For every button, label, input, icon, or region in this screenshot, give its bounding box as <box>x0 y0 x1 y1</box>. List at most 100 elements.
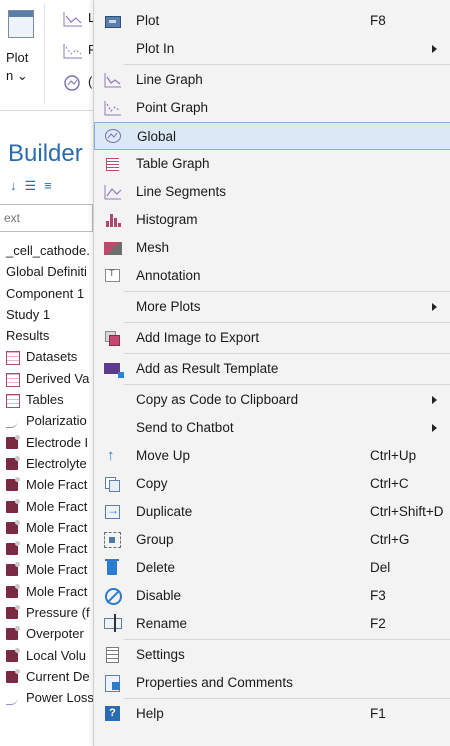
plot-group-icon <box>6 519 20 534</box>
histogram-icon <box>106 214 121 227</box>
menu-item-group[interactable]: Group Ctrl+G <box>94 526 450 554</box>
plot-group-icon <box>6 605 20 620</box>
tree-item[interactable]: Mole Fract <box>0 559 94 580</box>
tree-item[interactable]: Overpoter <box>0 623 94 644</box>
tree-item[interactable]: Study 1 <box>0 304 94 325</box>
result-template-icon <box>104 363 124 378</box>
ribbon-plot-dropdown[interactable]: n ⌄ <box>6 68 28 84</box>
model-tree: _cell_cathode. Global Definiti Component 1… <box>0 240 94 709</box>
menu-item-copy-as-code-to-clipboard[interactable]: Copy as Code to Clipboard <box>94 386 450 414</box>
tree-item[interactable]: Mole Fract <box>0 474 94 495</box>
menu-item-label: More Plots <box>136 299 201 314</box>
duplicate-icon <box>105 503 120 519</box>
table-icon <box>6 394 20 409</box>
move-down-icon[interactable]: ↓ <box>10 178 25 193</box>
tree-item[interactable]: Polarizatio <box>0 410 94 431</box>
point-graph-icon[interactable] <box>62 42 84 60</box>
menu-item-table-graph[interactable]: Table Graph <box>94 150 450 178</box>
tree-item-label: Polarizatio <box>26 413 87 429</box>
menu-item-shortcut: F3 <box>370 588 386 603</box>
tree-item[interactable]: Component 1 <box>0 283 94 304</box>
menu-item-shortcut: Ctrl+G <box>370 532 410 547</box>
tree-item-label: Global Definiti <box>6 264 87 280</box>
menu-item-help[interactable]: ? Help F1 <box>94 700 450 728</box>
menu-item-move-up[interactable]: ↑ Move Up Ctrl+Up <box>94 442 450 470</box>
ribbon-divider <box>44 4 45 104</box>
menu-item-label: Rename <box>136 616 188 631</box>
tree-item[interactable]: Current De <box>0 666 94 687</box>
collapse-icon[interactable]: ☰ <box>25 178 45 193</box>
menu-item-rename[interactable]: Rename F2 <box>94 610 450 638</box>
menu-item-plot-in[interactable]: Plot In <box>94 35 450 63</box>
plot-group-icon <box>6 647 20 662</box>
tree-item[interactable]: Global Definiti <box>0 261 94 282</box>
tree-item[interactable]: Pressure (f <box>0 602 94 623</box>
global-icon[interactable] <box>62 74 84 92</box>
search-input[interactable] <box>0 205 88 231</box>
tree-item[interactable]: _cell_cathode. <box>0 240 94 261</box>
tree-item[interactable]: Power Losses <box>0 687 94 708</box>
plot-group-icon <box>6 562 20 577</box>
menu-item-global[interactable]: Global <box>94 122 450 150</box>
menu-item-label: Line Graph <box>136 72 203 87</box>
ribbon-plot-label[interactable]: Plot <box>6 50 28 65</box>
tree-item[interactable]: Local Volu <box>0 645 94 666</box>
menu-item-annotation[interactable]: Annotation <box>94 262 450 290</box>
menu-item-label: Help <box>136 706 164 721</box>
curve-icon <box>6 415 18 429</box>
menu-item-label: Send to Chatbot <box>136 420 234 435</box>
line-graph-icon[interactable] <box>62 10 84 28</box>
menu-item-line-graph[interactable]: Line Graph <box>94 66 450 94</box>
menu-item-shortcut: Del <box>370 560 391 575</box>
menu-item-line-segments[interactable]: Line Segments <box>94 178 450 206</box>
menu-item-disable[interactable]: Disable F3 <box>94 582 450 610</box>
tree-item-label: Component 1 <box>6 285 85 301</box>
disable-icon <box>105 588 122 605</box>
menu-item-delete[interactable]: Delete Del <box>94 554 450 582</box>
menu-item-point-graph[interactable]: Point Graph <box>94 94 450 122</box>
menu-item-properties-and-comments[interactable]: Properties and Comments <box>94 669 450 697</box>
tree-item-label: Mole Fract <box>26 477 88 493</box>
menu-item-histogram[interactable]: Histogram <box>94 206 450 234</box>
plot-window-icon[interactable] <box>8 10 34 38</box>
sort-icon[interactable]: ≡ <box>44 178 60 193</box>
tree-item-label: Mole Fract <box>26 562 88 578</box>
mesh-icon <box>104 242 122 255</box>
tree-item[interactable]: Electrolyte <box>0 453 94 474</box>
tree-item[interactable]: Mole Fract <box>0 517 94 538</box>
tree-item-label: Pressure (f <box>26 605 90 621</box>
search-field[interactable] <box>0 204 93 232</box>
tree-item[interactable]: Datasets <box>0 346 94 367</box>
menu-item-plot[interactable]: Plot F8 <box>94 7 450 35</box>
menu-item-settings[interactable]: Settings <box>94 641 450 669</box>
menu-item-label: Settings <box>136 647 185 662</box>
menu-item-label: Move Up <box>136 448 191 463</box>
settings-icon <box>106 647 119 663</box>
tree-item[interactable]: Derived Va <box>0 368 94 389</box>
tree-item-label: Power Losses <box>26 690 94 706</box>
tree-item-label: Derived Va <box>26 370 90 386</box>
menu-item-duplicate[interactable]: Duplicate Ctrl+Shift+D <box>94 498 450 526</box>
menu-item-add-image-to-export[interactable]: Add Image to Export <box>94 324 450 352</box>
menu-item-add-as-result-template[interactable]: Add as Result Template <box>94 355 450 383</box>
tree-item[interactable]: Mole Fract <box>0 581 94 602</box>
menu-item-more-plots[interactable]: More Plots <box>94 293 450 321</box>
tree-item-label: _cell_cathode. <box>6 243 90 258</box>
menu-item-send-to-chatbot[interactable]: Send to Chatbot <box>94 414 450 442</box>
tree-item[interactable]: Mole Fract <box>0 496 94 517</box>
plot-group-icon <box>6 626 20 641</box>
tree-item[interactable]: Mole Fract <box>0 538 94 559</box>
tree-item-label: Mole Fract <box>26 498 88 514</box>
global-icon <box>105 129 121 143</box>
tree-item-label: Tables <box>26 392 64 408</box>
menu-item-mesh[interactable]: Mesh <box>94 234 450 262</box>
plot-group-icon <box>6 477 20 492</box>
ribbon-global-label[interactable]: ( <box>88 74 92 89</box>
tree-item[interactable]: Electrode I <box>0 432 94 453</box>
tree-item[interactable]: Results <box>0 325 94 346</box>
menu-item-copy[interactable]: Copy Ctrl+C <box>94 470 450 498</box>
menu-item-label: Group <box>136 532 174 547</box>
submenu-arrow-icon <box>432 396 437 404</box>
menu-separator <box>124 639 450 640</box>
tree-item[interactable]: Tables <box>0 389 94 410</box>
